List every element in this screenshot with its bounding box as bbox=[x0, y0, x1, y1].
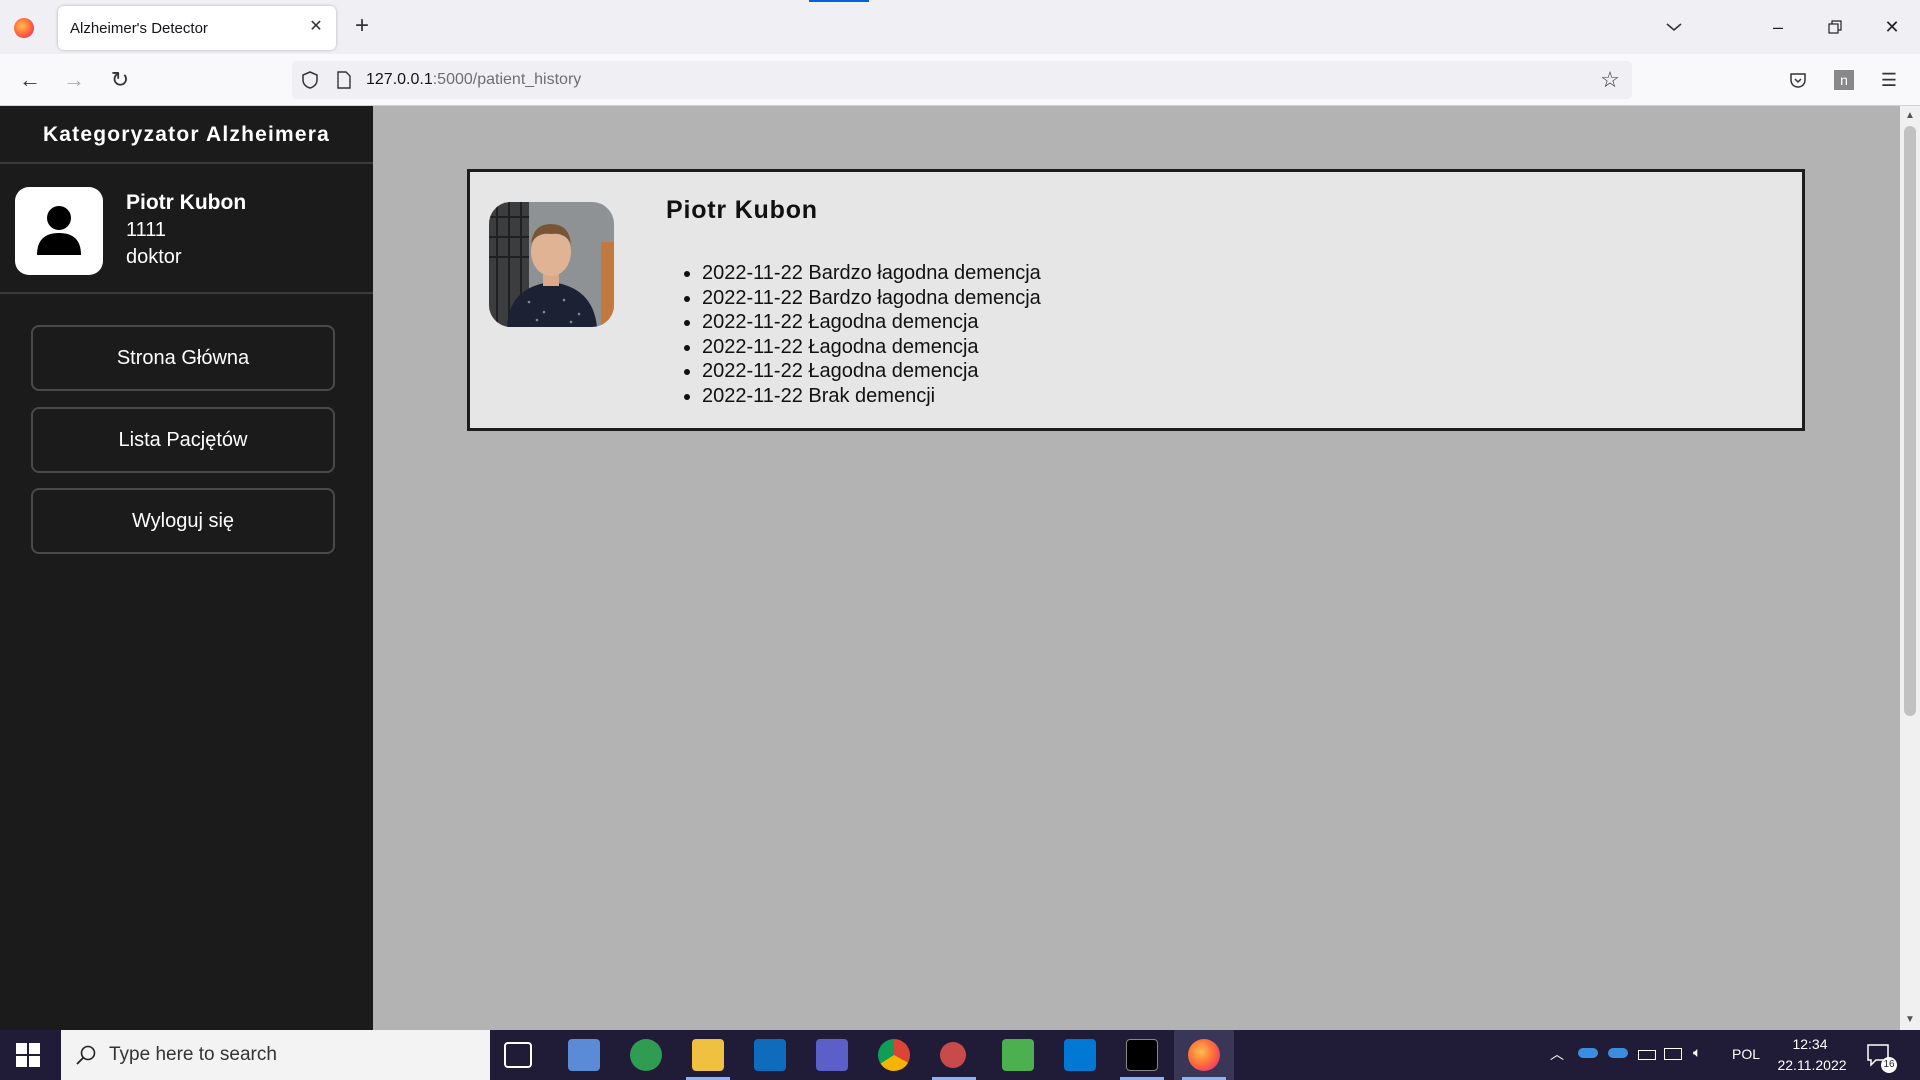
history-item: 2022-11-22 Łagodna demencja bbox=[702, 310, 1041, 335]
tracking-shield-icon[interactable] bbox=[300, 70, 320, 90]
app-network-icon[interactable] bbox=[568, 1039, 600, 1071]
input-language[interactable]: POL bbox=[1732, 1046, 1760, 1062]
app-brand-title: Kategoryzator Alzheimera bbox=[0, 106, 373, 164]
patient-photo bbox=[489, 202, 614, 327]
url-bar[interactable]: 127.0.0.1:5000/patient_history ☆ bbox=[292, 61, 1632, 99]
url-host: 127.0.0.1 bbox=[366, 71, 433, 88]
windows-taskbar: Type here to search ︿ 🔈︎ POL 12:34 22.11… bbox=[0, 1030, 1920, 1080]
task-view-icon[interactable] bbox=[504, 1042, 532, 1068]
page-info-icon[interactable] bbox=[336, 71, 352, 89]
history-item: 2022-11-22 Łagodna demencja bbox=[702, 335, 1041, 360]
page-viewport: Kategoryzator Alzheimera Piotr Kubon 111… bbox=[0, 106, 1900, 1030]
user-avatar bbox=[15, 187, 103, 275]
url-path: :5000/patient_history bbox=[432, 71, 582, 88]
pocket-icon[interactable] bbox=[1784, 66, 1812, 94]
logout-button[interactable]: Wyloguj się bbox=[31, 488, 335, 554]
user-role: doktor bbox=[126, 246, 182, 268]
show-hidden-icons-chevron-icon[interactable]: ︿ bbox=[1550, 1044, 1564, 1064]
browser-nav-bar: ← → ↻ 127.0.0.1:5000/patient_history ☆ n… bbox=[0, 54, 1920, 106]
scroll-down-arrow-icon[interactable]: ▼ bbox=[1904, 1014, 1916, 1026]
scrollbar-thumb[interactable] bbox=[1904, 126, 1916, 716]
patient-name: Piotr Kubon bbox=[666, 196, 818, 224]
onedrive-icon[interactable] bbox=[1608, 1048, 1628, 1058]
bookmark-star-icon[interactable]: ☆ bbox=[1598, 68, 1622, 92]
history-item: 2022-11-22 Łagodna demencja bbox=[702, 359, 1041, 384]
tab-title: Alzheimer's Detector bbox=[70, 20, 208, 37]
user-profile: Piotr Kubon 1111 doktor bbox=[0, 164, 373, 294]
firefox-taskbar-icon bbox=[1188, 1039, 1220, 1071]
teams-icon[interactable] bbox=[816, 1039, 848, 1071]
loading-indicator bbox=[809, 0, 869, 2]
extension-icon[interactable]: n bbox=[1830, 66, 1858, 94]
battery-icon[interactable] bbox=[1638, 1050, 1656, 1060]
volume-icon[interactable]: 🔈︎ bbox=[1693, 1044, 1701, 1061]
restore-icon[interactable] bbox=[1820, 12, 1850, 42]
firefox-logo-icon[interactable] bbox=[14, 18, 34, 38]
history-item: 2022-11-22 Bardzo łagodna demencja bbox=[702, 261, 1041, 286]
firefox-taskbar-active[interactable] bbox=[1174, 1030, 1234, 1080]
app-globe-icon[interactable] bbox=[630, 1039, 662, 1071]
hamburger-menu-icon[interactable]: ☰ bbox=[1875, 66, 1903, 94]
reload-icon[interactable]: ↻ bbox=[106, 66, 134, 94]
patient-history-card: Piotr Kubon 2022-11-22 Bardzo łagodna de… bbox=[467, 169, 1805, 431]
terminal-icon[interactable] bbox=[1126, 1039, 1158, 1071]
scroll-up-arrow-icon[interactable]: ▲ bbox=[1904, 110, 1916, 122]
chrome-icon[interactable] bbox=[878, 1039, 910, 1071]
url-text: 127.0.0.1:5000/patient_history bbox=[366, 71, 581, 89]
file-explorer-icon[interactable] bbox=[692, 1039, 724, 1071]
home-button[interactable]: Strona Główna bbox=[31, 325, 335, 391]
taskbar-search-box[interactable]: Type here to search bbox=[61, 1030, 490, 1080]
sidebar: Kategoryzator Alzheimera Piotr Kubon 111… bbox=[0, 106, 373, 1030]
minimize-icon[interactable]: – bbox=[1763, 12, 1793, 42]
patient-list-button[interactable]: Lista Pacjętów bbox=[31, 407, 335, 473]
new-tab-plus-icon[interactable]: + bbox=[350, 14, 374, 38]
snipping-tool-icon[interactable] bbox=[940, 1042, 966, 1068]
vscode-icon[interactable] bbox=[1064, 1039, 1096, 1071]
search-icon bbox=[76, 1045, 96, 1065]
back-arrow-icon[interactable]: ← bbox=[16, 66, 44, 94]
history-item: 2022-11-22 Bardzo łagodna demencja bbox=[702, 286, 1041, 311]
browser-tab-bar: Alzheimer's Detector ✕ + – ✕ bbox=[0, 0, 1920, 54]
network-icon[interactable] bbox=[1664, 1048, 1682, 1060]
clock-time[interactable]: 12:34 bbox=[1775, 1036, 1845, 1052]
windows-start-icon[interactable] bbox=[16, 1043, 40, 1067]
user-silhouette-icon bbox=[37, 206, 81, 255]
notification-count-badge: 16 bbox=[1881, 1057, 1897, 1073]
clock-date[interactable]: 22.11.2022 bbox=[1770, 1057, 1854, 1073]
page-scrollbar[interactable]: ▲ ▼ bbox=[1900, 106, 1920, 1030]
user-id: 1111 bbox=[126, 219, 167, 241]
onedrive-icon[interactable] bbox=[1578, 1048, 1598, 1058]
close-tab-icon[interactable]: ✕ bbox=[306, 17, 326, 37]
forward-arrow-icon[interactable]: → bbox=[60, 66, 88, 94]
user-name: Piotr Kubon bbox=[126, 191, 247, 214]
browser-tab[interactable]: Alzheimer's Detector ✕ bbox=[58, 6, 336, 50]
close-window-icon[interactable]: ✕ bbox=[1877, 12, 1907, 42]
notepad-plus-icon[interactable] bbox=[1002, 1039, 1034, 1071]
search-placeholder: Type here to search bbox=[109, 1044, 277, 1065]
list-all-tabs-chevron-icon[interactable] bbox=[1662, 15, 1686, 39]
diagnosis-history-list: 2022-11-22 Bardzo łagodna demencja 2022-… bbox=[702, 261, 1041, 409]
outlook-icon[interactable] bbox=[754, 1039, 786, 1071]
history-item: 2022-11-22 Brak demencji bbox=[702, 384, 1041, 409]
